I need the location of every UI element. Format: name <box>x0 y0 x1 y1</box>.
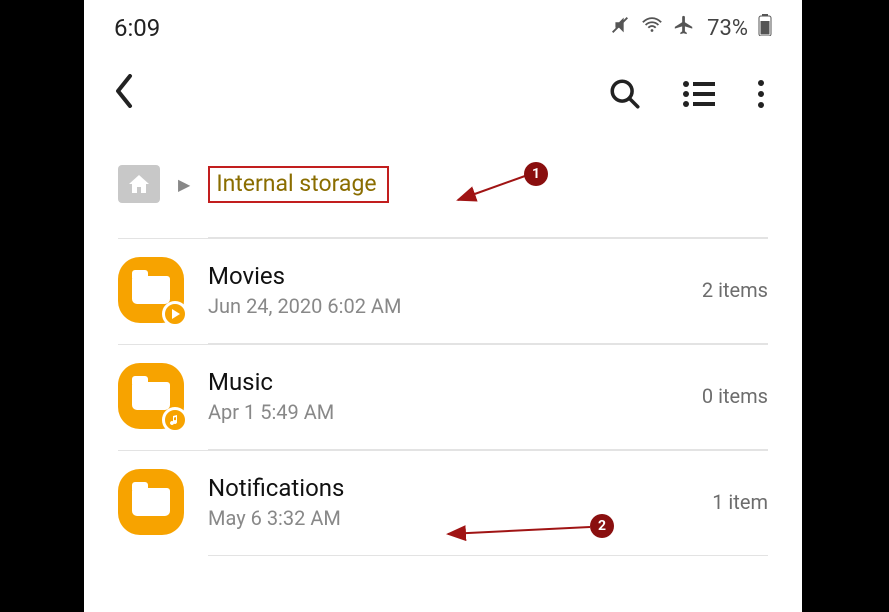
more-menu-icon[interactable] <box>756 77 766 111</box>
list-item[interactable]: Movies Jun 24, 2020 6:02 AM 2 items <box>118 238 768 343</box>
phone-screen: 6:09 73% <box>84 0 802 612</box>
folder-name: Music <box>208 368 678 396</box>
search-icon[interactable] <box>608 77 642 111</box>
folder-icon <box>118 257 184 323</box>
wifi-icon <box>641 14 663 42</box>
list-view-icon[interactable] <box>682 79 716 109</box>
breadcrumb: ▶ Internal storage <box>84 139 802 237</box>
back-button[interactable] <box>114 74 134 113</box>
folder-date: Jun 24, 2020 6:02 AM <box>208 294 678 318</box>
mute-icon <box>609 14 631 42</box>
breadcrumb-home[interactable] <box>118 165 160 203</box>
status-bar: 6:09 73% <box>84 0 802 52</box>
toolbar <box>84 52 802 139</box>
folder-name: Movies <box>208 262 678 290</box>
folder-icon <box>118 469 184 535</box>
battery-icon <box>758 14 772 42</box>
folder-icon <box>118 363 184 429</box>
folder-date: Apr 1 5:49 AM <box>208 400 678 424</box>
folder-name: Notifications <box>208 474 688 502</box>
folder-date: May 6 3:32 AM <box>208 506 688 530</box>
breadcrumb-current[interactable]: Internal storage <box>208 166 388 203</box>
folder-count: 2 items <box>702 278 768 302</box>
status-icons: 73% <box>609 14 772 42</box>
battery-text: 73% <box>707 16 748 41</box>
play-badge-icon <box>162 301 188 327</box>
folder-count: 1 item <box>712 490 768 514</box>
list-item[interactable]: Music Apr 1 5:49 AM 0 items <box>118 344 768 449</box>
folder-count: 0 items <box>702 384 768 408</box>
clock: 6:09 <box>114 14 160 42</box>
music-badge-icon <box>162 407 188 433</box>
breadcrumb-separator-icon: ▶ <box>178 175 190 194</box>
airplane-icon <box>673 14 695 42</box>
folder-list: Movies Jun 24, 2020 6:02 AM 2 items Musi… <box>84 237 802 556</box>
list-item[interactable]: Notifications May 6 3:32 AM 1 item <box>118 450 768 555</box>
